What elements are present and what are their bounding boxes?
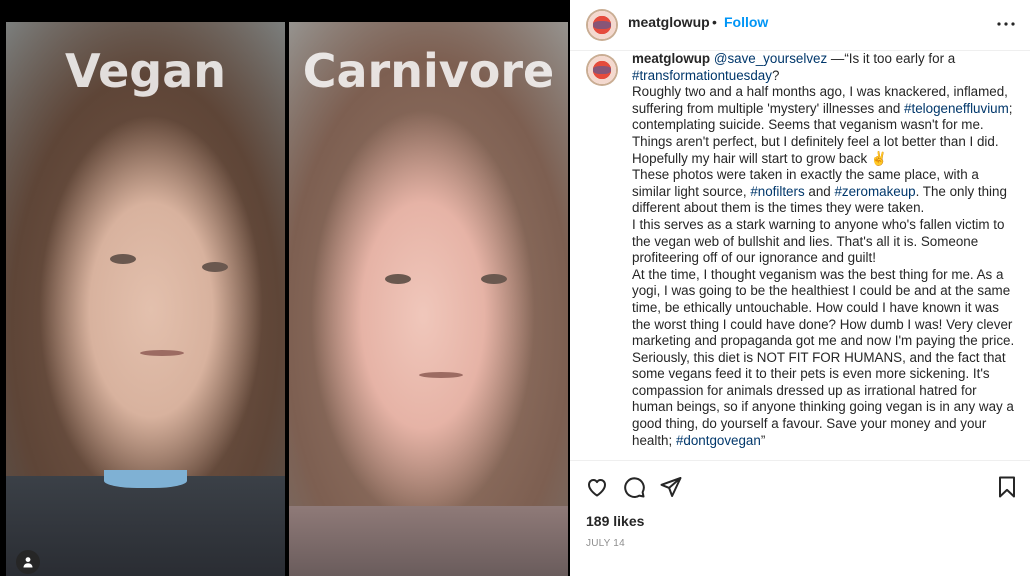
caption-text-4end: ” xyxy=(760,432,766,448)
photo-eye xyxy=(481,274,507,284)
hashtag-nofilters[interactable]: #nofilters xyxy=(750,184,804,199)
caption-avatar[interactable] xyxy=(586,54,618,86)
photo-shirt xyxy=(6,470,285,576)
hashtag-zeromakeup[interactable]: #zeromakeup xyxy=(834,184,915,199)
photo-mouth xyxy=(419,372,463,378)
caption-qmark: ? xyxy=(771,67,780,83)
caption-quote-lead: —“Is it too early for a xyxy=(827,51,956,66)
caption-area[interactable]: meatglowup @save_yourselvez —“Is it too … xyxy=(570,51,1030,457)
caption-username[interactable]: meatglowup xyxy=(632,51,710,66)
post-date[interactable]: JULY 14 xyxy=(586,538,625,549)
vegan-label: Vegan xyxy=(65,44,226,98)
caption-text-2and: and xyxy=(804,183,835,199)
post-details: meatglowup • Follow meatglowup @save_you… xyxy=(570,0,1030,576)
caption-text: meatglowup @save_yourselvez —“Is it too … xyxy=(632,51,1017,449)
comment-icon[interactable] xyxy=(622,475,646,504)
more-icon[interactable] xyxy=(994,14,1018,34)
hashtag-transformationtuesday[interactable]: #transformationtuesday xyxy=(632,68,772,83)
hashtag-dontgovegan[interactable]: #dontgovegan xyxy=(676,433,761,448)
caption-paragraph-1: meatglowup @save_yourselvez —“Is it too … xyxy=(632,51,1017,167)
likes-count[interactable]: 189 likes xyxy=(586,513,644,529)
post-media[interactable]: Vegan Carnivore xyxy=(0,0,570,576)
carnivore-label: Carnivore xyxy=(302,44,555,98)
caption-paragraph-2: These photos were taken in exactly the s… xyxy=(632,167,1017,217)
hashtag-telogeneffluvium[interactable]: #telogeneffluvium xyxy=(904,101,1009,116)
carnivore-photo: Carnivore xyxy=(289,22,568,576)
photo-eye xyxy=(202,262,228,272)
photo-eye xyxy=(385,274,411,284)
photo-shirt xyxy=(289,506,568,576)
avatar[interactable] xyxy=(586,9,618,41)
user-tag-icon[interactable] xyxy=(16,550,40,574)
follow-button[interactable]: Follow xyxy=(724,14,768,30)
like-icon[interactable] xyxy=(585,475,609,504)
post-actions: 189 likes JULY 14 xyxy=(570,460,1030,577)
mention-link[interactable]: @save_yourselvez xyxy=(714,51,827,66)
post-header: meatglowup • Follow xyxy=(570,0,1030,51)
caption-paragraph-4: At the time, I thought veganism was the … xyxy=(632,267,1017,450)
save-icon[interactable] xyxy=(995,475,1019,504)
caption-text-4: At the time, I thought veganism was the … xyxy=(632,266,1015,448)
header-separator: • xyxy=(712,14,717,30)
caption-paragraph-3: I this serves as a stark warning to anyo… xyxy=(632,216,1005,266)
header-username[interactable]: meatglowup xyxy=(628,14,710,30)
photo-eye xyxy=(110,254,136,264)
vegan-photo: Vegan xyxy=(6,22,285,576)
photo-mouth xyxy=(140,350,184,356)
share-icon[interactable] xyxy=(659,475,683,504)
